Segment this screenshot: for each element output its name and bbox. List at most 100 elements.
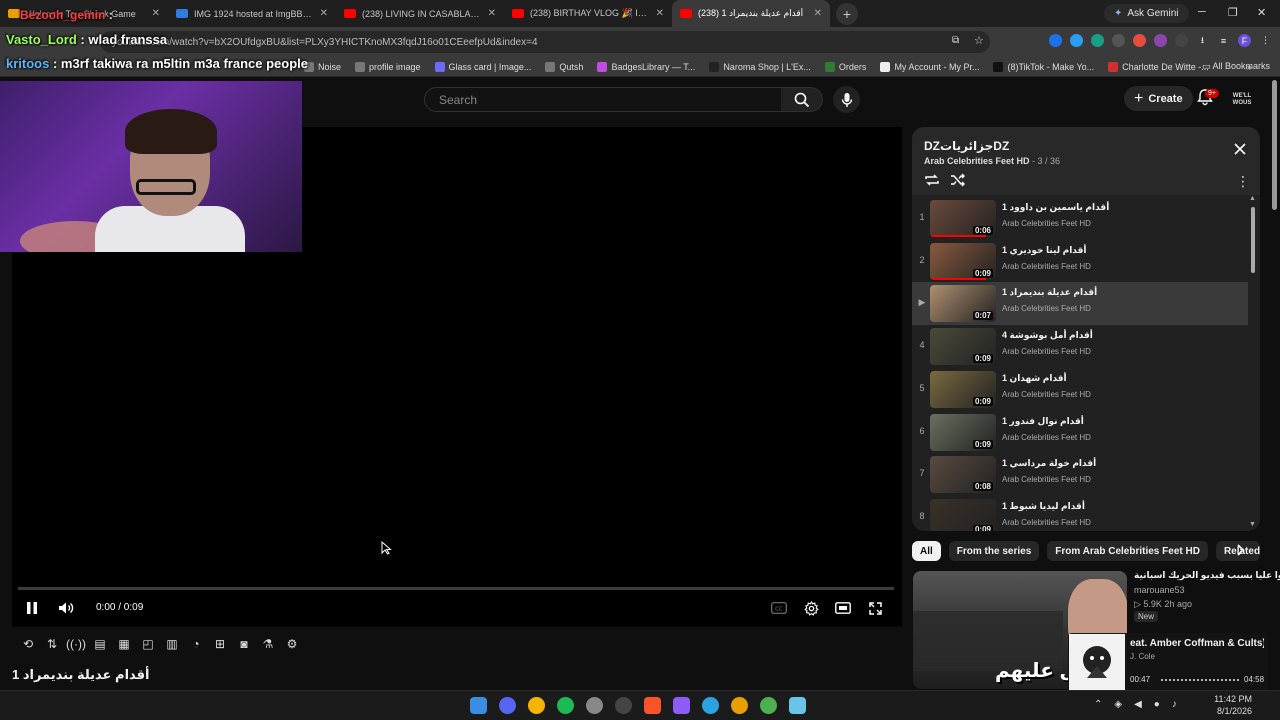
bookmark-item[interactable]: Charlotte De Witte -... [1108,61,1209,72]
extension-icon[interactable] [1112,34,1125,47]
close-window-icon[interactable]: ✕ [1257,6,1266,19]
search-button[interactable] [781,87,823,112]
scroll-up-icon[interactable]: ▲ [1249,195,1256,202]
voice-search-button[interactable] [833,86,860,113]
chrome-profile-icon[interactable] [760,697,777,714]
playlist-scrollbar[interactable] [1251,207,1255,273]
playlist-icon[interactable]: ▤ [92,636,108,652]
browser-tab[interactable]: IMG 1924 hosted at ImgBB — I ✕ [168,0,336,27]
search-input[interactable]: Search [424,87,782,112]
extensions-puzzle-icon[interactable] [1175,34,1188,47]
playlist-item-thumbnail[interactable]: 0:09 [930,498,996,531]
app-icon[interactable] [673,697,690,714]
extension-icon[interactable] [1070,34,1083,47]
recommended-channel[interactable]: marouane53 [1134,585,1185,595]
scroll-down-icon[interactable]: ▼ [1249,521,1256,528]
chip-all[interactable]: All [912,541,941,561]
loop-playlist-button[interactable] [924,173,940,190]
video-progress-bar[interactable] [18,587,894,590]
pause-button[interactable] [24,600,40,616]
discord-icon[interactable] [499,697,516,714]
bookmark-item[interactable]: My Account - My Pr... [880,61,979,72]
bookmark-item[interactable]: Glass card | Image... [434,61,531,72]
page-scrollbar[interactable] [1272,80,1277,210]
playlist-item-thumbnail[interactable]: 0:06 [930,200,996,237]
account-avatar[interactable]: WE'LL WOUS [1231,89,1253,111]
ask-gemini-button[interactable]: ✦ Ask Gemini [1104,4,1189,23]
bookmark-item[interactable]: Qutsh [545,61,583,72]
subtitles-button[interactable]: CC [771,600,787,616]
theater-mode-button[interactable] [835,600,851,616]
url-input[interactable]: youtube.com/watch?v=bX2OUfdgxBU&list=PLX… [100,31,990,53]
playlist-title[interactable]: DZجزائرياتDZ [924,139,1009,153]
browser-tab[interactable]: (238) LIVING IN CASABLANCA ✕ [336,0,504,27]
extension-icon[interactable] [1154,34,1167,47]
obs-icon[interactable] [586,697,603,714]
app-icon[interactable] [789,697,806,714]
sort-icon[interactable]: ⇅ [44,636,60,652]
playlist-item[interactable]: 7 0:08 أقدام خولة مرداسي 1 Arab Celebrities… [912,453,1248,496]
tray-app-icon[interactable]: ● [1154,699,1160,710]
playlist-item[interactable]: 1 0:06 أقدام ياسمين بن داوود 1 Arab Celebri… [912,197,1248,240]
browser-tab-active[interactable]: (238) أقدام عديلة بنديمراد 1 ✕ [672,0,830,27]
film-icon[interactable]: ▥ [164,636,180,652]
minimize-icon[interactable]: ─ [1198,6,1206,18]
playlist-item-thumbnail[interactable]: 0:09 [930,242,996,280]
playlist-item[interactable]: 2 0:09 أقدام لينا خوديري 1 Arab Celebrities… [912,240,1248,283]
tray-app-icon[interactable]: ◈ [1114,699,1122,710]
track-progress-bar[interactable] [1161,679,1239,681]
close-tab-icon[interactable]: ✕ [656,8,664,19]
add-video-icon[interactable]: ⊞ [212,636,228,652]
close-playlist-button[interactable] [1234,143,1246,158]
windows-start-icon[interactable] [470,697,487,714]
new-tab-button[interactable]: + [836,2,858,25]
recommended-title[interactable]: هجموا عليا بسبب فيديو الحريك اسبانية [1134,570,1280,581]
create-button[interactable]: + Create [1124,86,1193,111]
spotify-icon[interactable] [557,697,574,714]
app-icon[interactable] [731,697,748,714]
browser-menu-icon[interactable]: ⋮ [1259,34,1272,47]
tray-app-icon[interactable]: ◀ [1134,699,1142,710]
profile-avatar[interactable]: F [1238,34,1251,47]
taskbar-clock[interactable]: 11:42 PM 8/1/2026 [1212,693,1252,717]
chip-from-series[interactable]: From the series [948,541,1040,561]
tray-overflow-icon[interactable]: ⌃ [1094,699,1102,710]
playlist-item[interactable]: ▶ 0:07 أقدام عديلة بنديمراد 1 Arab Celebrit… [912,282,1248,326]
download-icon[interactable]: ⭳ [1196,34,1209,47]
clapper-icon[interactable]: ▦ [116,636,132,652]
playlist-item[interactable]: 6 0:09 أقدام نوال فندور 1 Arab Celebrities … [912,411,1248,454]
bookmark-item[interactable]: Naroma Shop | L'Ex... [709,61,811,72]
flask-icon[interactable]: ⚗ [260,636,276,652]
playlist-item-thumbnail[interactable]: 0:09 [930,413,996,451]
broadcast-icon[interactable]: ((·)) [66,636,86,652]
fullscreen-button[interactable] [867,600,883,616]
resize-icon[interactable]: ◰ [140,636,156,652]
playlist-item[interactable]: 8 0:09 أقدام ليديا شبوط 1 Arab Celebrities … [912,496,1248,531]
playlist-item-thumbnail[interactable]: 0:07 [930,285,996,323]
volume-button[interactable] [58,600,76,616]
close-tab-icon[interactable]: ✕ [152,8,160,19]
chips-next-button[interactable] [1236,544,1245,559]
playlist-more-icon[interactable]: ⋮ [1236,173,1250,190]
playlist-item[interactable]: 5 0:09 أقدام شهدان 1 Arab Celebrities Feet … [912,368,1248,411]
browser-tab[interactable]: (238) BIRTHAY VLOG 🎉 IM MA ✕ [504,0,672,27]
brave-icon[interactable] [644,697,661,714]
playlist-item[interactable]: 4 0:09 أقدام أمل بوشوشة 4 Arab Celebrities … [912,325,1248,368]
bookmark-item[interactable]: Orders [824,61,866,72]
install-icon[interactable]: ⧉ [952,35,959,46]
close-tab-icon[interactable]: ✕ [320,8,328,19]
bookmark-item[interactable]: BadgesLibrary — T... [597,61,695,72]
music-widget[interactable]: eat. Amber Coffman & Cults) J. Cole 00:4… [1068,633,1268,691]
extension-icon[interactable] [1049,34,1062,47]
speed-icon[interactable]: ◔ [188,636,204,652]
extension-icon[interactable] [1091,34,1104,47]
app-icon[interactable] [615,697,632,714]
bookmark-item[interactable]: (8)TikTok - Make Yo... [993,61,1094,72]
shuffle-button[interactable] [950,173,966,190]
extension-icon[interactable] [1133,34,1146,47]
gear-icon[interactable]: ⚙ [284,636,300,652]
settings-button[interactable] [803,600,819,616]
playlist-channel[interactable]: Arab Celebrities Feet HD [924,156,1030,166]
chip-from-channel[interactable]: From Arab Celebrities Feet HD [1047,541,1208,561]
playlist-item-thumbnail[interactable]: 0:08 [930,456,996,494]
